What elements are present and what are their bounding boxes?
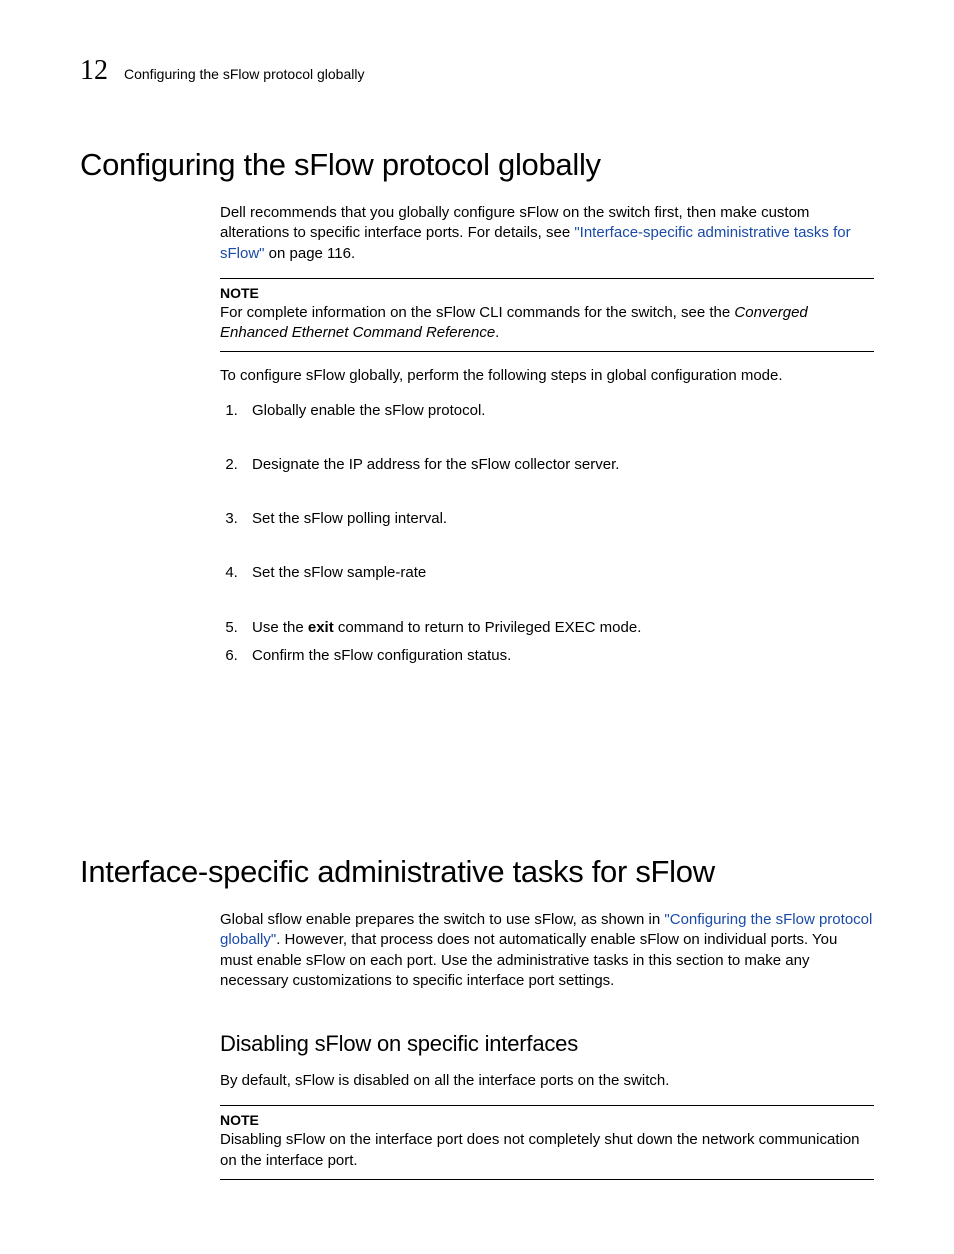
section-heading-interface-tasks: Interface-specific administrative tasks …: [80, 854, 874, 890]
note-label: NOTE: [220, 285, 874, 301]
note-label-2: NOTE: [220, 1112, 874, 1128]
note-text-pre: For complete information on the sFlow CL…: [220, 304, 734, 321]
step-5: Use the exit command to return to Privil…: [242, 618, 874, 638]
note-box-disable: NOTE Disabling sFlow on the interface po…: [220, 1105, 874, 1180]
note-text-post: .: [495, 324, 499, 341]
intro-text-post: on page 116.: [265, 245, 356, 262]
steps-list: Globally enable the sFlow protocol. Desi…: [220, 401, 874, 667]
running-header: 12 Configuring the sFlow protocol global…: [80, 55, 874, 87]
chapter-number: 12: [80, 55, 108, 87]
step-6: Confirm the sFlow configuration status.: [242, 646, 874, 666]
note-body-2: Disabling sFlow on the interface port do…: [220, 1130, 874, 1171]
section2-intro: Global sflow enable prepares the switch …: [220, 910, 874, 991]
step-5-post: command to return to Privileged EXEC mod…: [334, 619, 642, 636]
note-body: For complete information on the sFlow CL…: [220, 303, 874, 344]
step-5-bold: exit: [308, 619, 334, 636]
section2-intro-pre: Global sflow enable prepares the switch …: [220, 911, 664, 928]
page: 12 Configuring the sFlow protocol global…: [0, 0, 954, 1254]
section-gap: [80, 674, 874, 854]
section1-body: Dell recommends that you globally config…: [220, 203, 874, 666]
step-5-pre: Use the: [252, 619, 308, 636]
step-2: Designate the IP address for the sFlow c…: [242, 455, 874, 475]
section-heading-configuring: Configuring the sFlow protocol globally: [80, 147, 874, 183]
section2-body: Global sflow enable prepares the switch …: [220, 910, 874, 1180]
running-title: Configuring the sFlow protocol globally: [124, 66, 364, 82]
subsection-intro: By default, sFlow is disabled on all the…: [220, 1071, 874, 1091]
note-box-cli: NOTE For complete information on the sFl…: [220, 278, 874, 353]
step-3: Set the sFlow polling interval.: [242, 509, 874, 529]
intro-paragraph: Dell recommends that you globally config…: [220, 203, 874, 264]
step-4: Set the sFlow sample-rate: [242, 563, 874, 583]
section2-intro-post: . However, that process does not automat…: [220, 931, 837, 989]
subsection-heading-disabling: Disabling sFlow on specific interfaces: [220, 1031, 874, 1057]
lead-paragraph: To configure sFlow globally, perform the…: [220, 366, 874, 386]
step-1: Globally enable the sFlow protocol.: [242, 401, 874, 421]
